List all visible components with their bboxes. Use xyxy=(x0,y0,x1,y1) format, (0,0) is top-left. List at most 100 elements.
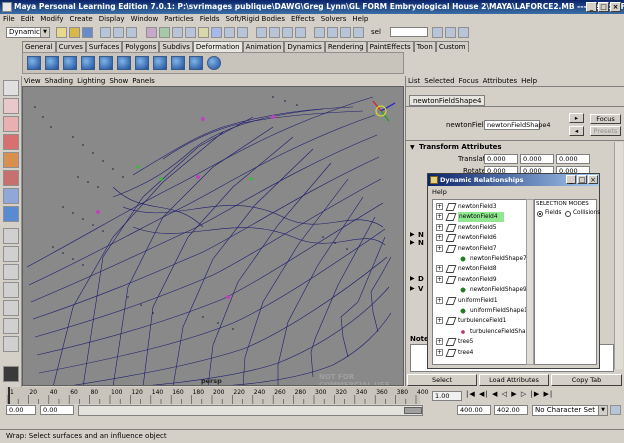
presets-button[interactable]: Presets xyxy=(590,126,621,136)
section-collapse-icon[interactable]: ▼ xyxy=(410,144,415,151)
minimize-button[interactable]: _ xyxy=(586,2,597,12)
end-time-field[interactable]: 402.00 xyxy=(494,405,528,415)
flare-deformer-icon[interactable] xyxy=(189,56,203,70)
window-title-bar[interactable]: Maya Personal Learning Edition 7.0.1: P:… xyxy=(0,0,624,14)
menu-window[interactable]: Window xyxy=(128,15,162,23)
menu-file[interactable]: File xyxy=(0,15,18,23)
persp-graph-layout-icon[interactable] xyxy=(3,282,19,298)
lasso-tool-icon[interactable] xyxy=(3,98,19,114)
current-frame-field[interactable]: 1.00 xyxy=(432,391,462,401)
render-globals-icon[interactable] xyxy=(353,27,364,38)
render-icon[interactable] xyxy=(327,27,338,38)
panel-menu-lighting[interactable]: Lighting xyxy=(75,77,107,85)
list-item[interactable]: + newtonField6 xyxy=(433,233,541,243)
wrap-deformer-icon[interactable] xyxy=(117,56,131,70)
wire-deformer-icon[interactable] xyxy=(135,56,149,70)
persp-outliner-layout-icon[interactable] xyxy=(3,264,19,280)
panel-menu-panels[interactable]: Panels xyxy=(130,77,157,85)
show-hide-attribute-editor-icon[interactable] xyxy=(432,27,443,38)
list-item[interactable]: + uniformField1 xyxy=(433,296,541,306)
shelf-tab-custom[interactable]: Custom xyxy=(435,41,469,52)
load-attributes-button[interactable]: Load Attributes xyxy=(479,374,549,386)
start-time-field[interactable]: 0.00 xyxy=(6,405,36,415)
copy-tab-button[interactable]: Copy Tab xyxy=(551,374,622,386)
save-scene-icon[interactable] xyxy=(82,27,93,38)
blend-shape-icon[interactable] xyxy=(81,56,95,70)
shelf-tab-subdivs[interactable]: Subdivs xyxy=(159,41,193,52)
expand-icon[interactable]: + xyxy=(436,213,443,221)
list-item[interactable]: + newtonField3 xyxy=(433,202,541,212)
playback-start-field[interactable]: 0.00 xyxy=(40,405,74,415)
shelf-tab-deformation[interactable]: Deformation xyxy=(192,41,243,52)
list-item[interactable]: + newtonField9 xyxy=(433,275,541,285)
dr-menu-help[interactable]: Help xyxy=(432,188,447,196)
select-object-icon[interactable] xyxy=(113,27,124,38)
expand-icon[interactable]: + xyxy=(436,275,443,283)
select-dynamics-icon[interactable] xyxy=(211,27,222,38)
step-back-key-icon[interactable]: ◀| xyxy=(479,390,489,398)
node-name-field[interactable]: newtonFieldShape4 xyxy=(484,120,551,130)
character-set-dropdown[interactable]: No Character Set ▼ xyxy=(532,405,608,416)
go-to-input-icon[interactable]: ▸ xyxy=(569,113,584,123)
playback-end-field[interactable]: 400.00 xyxy=(457,405,491,415)
menu-help[interactable]: Help xyxy=(349,15,371,23)
menuset-dropdown[interactable]: Dynamics ▼ xyxy=(6,27,50,38)
select-curves-icon[interactable] xyxy=(172,27,183,38)
expand-icon[interactable]: + xyxy=(436,317,443,325)
maximize-button[interactable]: □ xyxy=(598,2,609,12)
select-misc-icon[interactable] xyxy=(237,27,248,38)
hypershade-layout-icon[interactable] xyxy=(3,300,19,316)
select-joints-icon[interactable] xyxy=(159,27,170,38)
step-forward-key-icon[interactable]: |▶ xyxy=(530,390,540,398)
play-back-icon[interactable]: ◁ xyxy=(502,390,508,398)
snap-point-icon[interactable] xyxy=(282,27,293,38)
list-item[interactable]: uniformFieldShape1 xyxy=(433,306,541,316)
shelf-tab-polygons[interactable]: Polygons xyxy=(122,41,160,52)
expand-icon[interactable]: + xyxy=(436,234,443,242)
menu-effects[interactable]: Effects xyxy=(288,15,318,23)
wrinkle-deformer-icon[interactable] xyxy=(153,56,167,70)
section-expand-icon[interactable]: ▶ xyxy=(410,275,415,282)
translate-z-field[interactable]: 0.000 xyxy=(556,154,590,164)
expand-icon[interactable]: + xyxy=(436,203,443,210)
step-forward-icon[interactable]: ▷ xyxy=(521,390,527,398)
panel-menu-show[interactable]: Show xyxy=(107,77,130,85)
shelf-tab-animation[interactable]: Animation xyxy=(242,41,285,52)
range-slider[interactable] xyxy=(78,405,423,416)
snap-grid-icon[interactable] xyxy=(256,27,267,38)
ae-menu-list[interactable]: List xyxy=(406,77,422,85)
show-hide-tool-settings-icon[interactable] xyxy=(445,27,456,38)
section-expand-icon[interactable]: ▶ xyxy=(410,231,415,238)
range-slider-handle[interactable] xyxy=(404,407,422,414)
four-pane-layout-icon[interactable] xyxy=(3,246,19,262)
select-hierarchy-icon[interactable] xyxy=(100,27,111,38)
rotate-tool-icon[interactable] xyxy=(3,152,19,168)
select-tool-icon[interactable] xyxy=(3,80,19,96)
list-item[interactable]: newtonFieldShape7 xyxy=(433,254,541,264)
focus-button[interactable]: Focus xyxy=(590,114,621,124)
history-icon[interactable] xyxy=(314,27,325,38)
snap-curve-icon[interactable] xyxy=(269,27,280,38)
select-handles-icon[interactable] xyxy=(146,27,157,38)
list-item[interactable]: + turbulenceField1 xyxy=(433,316,541,326)
select-rendering-icon[interactable] xyxy=(224,27,235,38)
ae-menu-selected[interactable]: Selected xyxy=(422,77,456,85)
show-hide-channel-box-icon[interactable] xyxy=(458,27,469,38)
time-slider[interactable]: 1 20 40 60 80 100 120 140 160 180 200 220 240 260 280 3… xyxy=(0,387,624,405)
list-item[interactable]: + newtonField8 xyxy=(433,264,541,274)
list-item[interactable]: turbulenceFieldShape1 xyxy=(433,327,541,337)
panel-menu-view[interactable]: View xyxy=(22,77,43,85)
go-to-end-icon[interactable]: ▶| xyxy=(543,390,553,398)
snap-view-plane-icon[interactable] xyxy=(295,27,306,38)
animation-preferences-icon[interactable] xyxy=(610,405,621,415)
menu-fields[interactable]: Fields xyxy=(197,15,223,23)
ipr-render-icon[interactable] xyxy=(340,27,351,38)
list-item[interactable]: + newtonField7 xyxy=(433,244,541,254)
select-component-icon[interactable] xyxy=(126,27,137,38)
menu-edit[interactable]: Edit xyxy=(18,15,38,23)
shelf-tab-dynamics[interactable]: Dynamics xyxy=(284,41,325,52)
expand-icon[interactable]: + xyxy=(436,265,443,273)
shelf-tab-painteffects[interactable]: PaintEffects xyxy=(366,41,414,52)
shelf-tab-toon[interactable]: Toon xyxy=(413,41,436,52)
shelf-tab-general[interactable]: General xyxy=(22,41,56,52)
